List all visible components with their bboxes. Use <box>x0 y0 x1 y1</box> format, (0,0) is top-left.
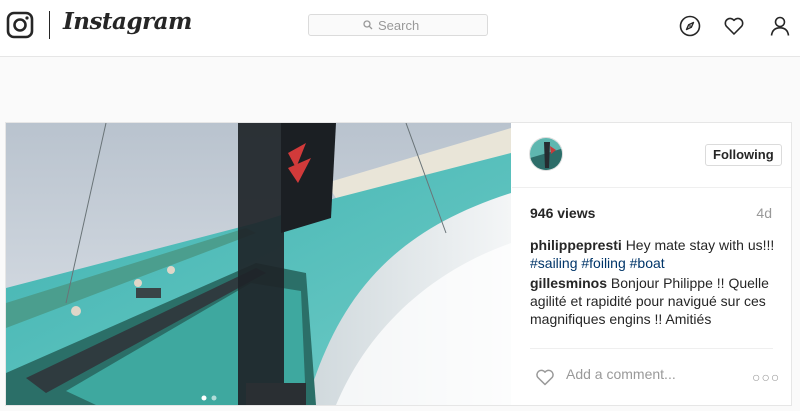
search-box[interactable] <box>308 14 488 36</box>
hashtag-link[interactable]: #sailing <box>530 255 577 271</box>
post-sidebar: Following 946 views 4d philippepresti He… <box>512 123 791 405</box>
add-comment-input[interactable] <box>566 366 726 382</box>
add-comment-bar: ○○○ <box>530 348 779 399</box>
like-heart-icon[interactable] <box>535 368 555 386</box>
post-header: Following <box>512 123 791 188</box>
comment-list: philippepresti Hey mate stay with us!!! … <box>530 236 778 330</box>
compass-icon[interactable] <box>679 15 701 37</box>
post-card: Following 946 views 4d philippepresti He… <box>5 122 792 406</box>
avatar[interactable] <box>529 137 563 171</box>
post-age[interactable]: 4d <box>756 205 772 221</box>
comment-username[interactable]: gillesminos <box>530 275 607 291</box>
avatar-image <box>530 138 562 170</box>
instagram-wordmark-logo[interactable]: Instagram <box>63 8 192 35</box>
logo-divider <box>49 11 50 39</box>
view-count[interactable]: 946 views <box>530 205 595 221</box>
following-button[interactable]: Following <box>705 144 782 166</box>
search-icon <box>363 20 373 30</box>
comment-username[interactable]: philippepresti <box>530 237 622 253</box>
sailing-foil-boat-video-frame <box>6 123 511 405</box>
person-icon[interactable] <box>769 15 791 37</box>
comment-item: philippepresti Hey mate stay with us!!! … <box>530 236 778 272</box>
post-video[interactable] <box>6 123 511 405</box>
comment-text: Hey mate stay with us!!! <box>625 237 775 253</box>
hashtag-link[interactable]: #foiling <box>581 255 625 271</box>
hashtag-link[interactable]: #boat <box>630 255 665 271</box>
search-input[interactable] <box>378 17 433 33</box>
more-options-icon: ○○○ <box>752 369 781 385</box>
more-options-button[interactable]: ○○○ <box>752 369 779 385</box>
comment-item: gillesminos Bonjour Philippe !! Quelle a… <box>530 274 778 328</box>
instagram-glyph-icon[interactable] <box>6 11 34 39</box>
heart-icon[interactable] <box>723 15 745 37</box>
top-nav-bar: Instagram <box>0 0 800 57</box>
